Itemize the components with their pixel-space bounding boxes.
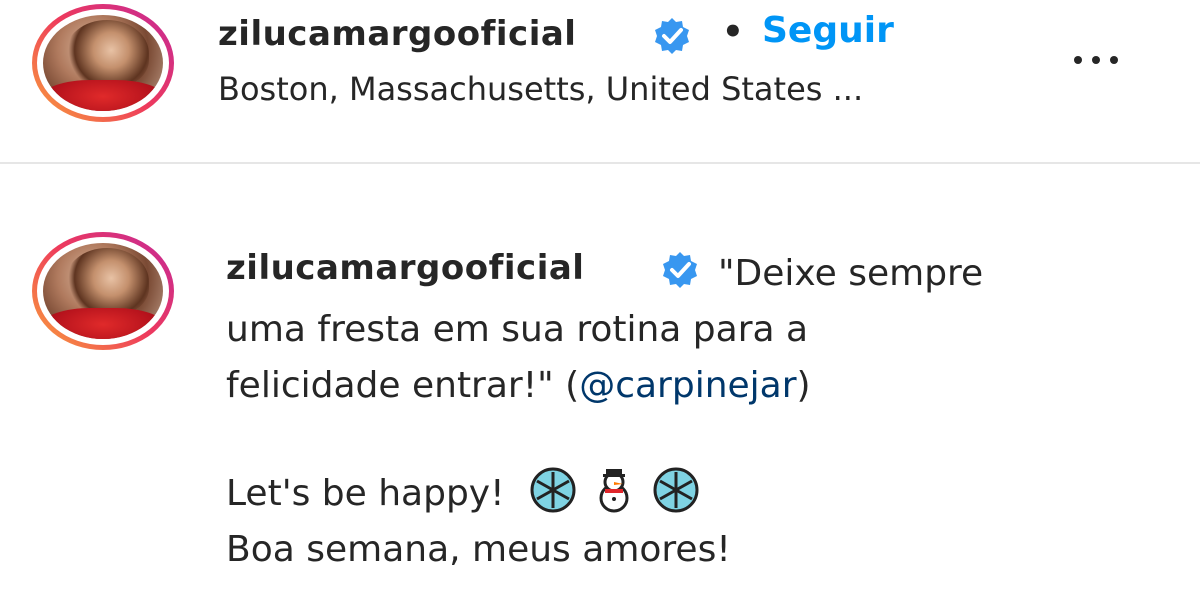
follow-button[interactable]: Seguir	[762, 10, 894, 51]
caption-text: "Deixe sempre uma fresta em sua rotina p…	[226, 246, 1126, 414]
caption-avatar[interactable]	[32, 232, 174, 350]
caption-quote-line2: uma fresta em sua rotina para a	[226, 309, 809, 350]
snowflake-icon	[530, 467, 576, 513]
snowflake-icon	[653, 467, 699, 513]
caption-quote-line1: "Deixe sempre	[718, 253, 984, 294]
caption-week-line: Boa semana, meus amores!	[226, 529, 731, 570]
separator-dot: •	[722, 12, 744, 52]
caption-happy-line: Let's be happy!	[226, 473, 505, 514]
profile-avatar[interactable]	[32, 4, 174, 122]
header-username[interactable]: zilucamargooficial	[218, 14, 576, 54]
avatar-photo	[43, 243, 163, 339]
post-header: zilucamargooficial • Seguir Boston, Mass…	[0, 0, 1200, 164]
snowman-icon	[599, 469, 629, 513]
avatar-photo	[43, 15, 163, 111]
location-link[interactable]: Boston, Massachusetts, United States ...	[218, 70, 863, 108]
caption-closing: Let's be happy! Boa semana, meus amores!	[226, 466, 731, 578]
caption-quote-close: )	[796, 365, 811, 406]
more-options-icon[interactable]	[1070, 42, 1130, 78]
mention-link[interactable]: @carpinejar	[579, 365, 796, 406]
verified-badge-icon	[655, 18, 689, 54]
caption-quote-line3: felicidade entrar!" (	[226, 365, 580, 406]
